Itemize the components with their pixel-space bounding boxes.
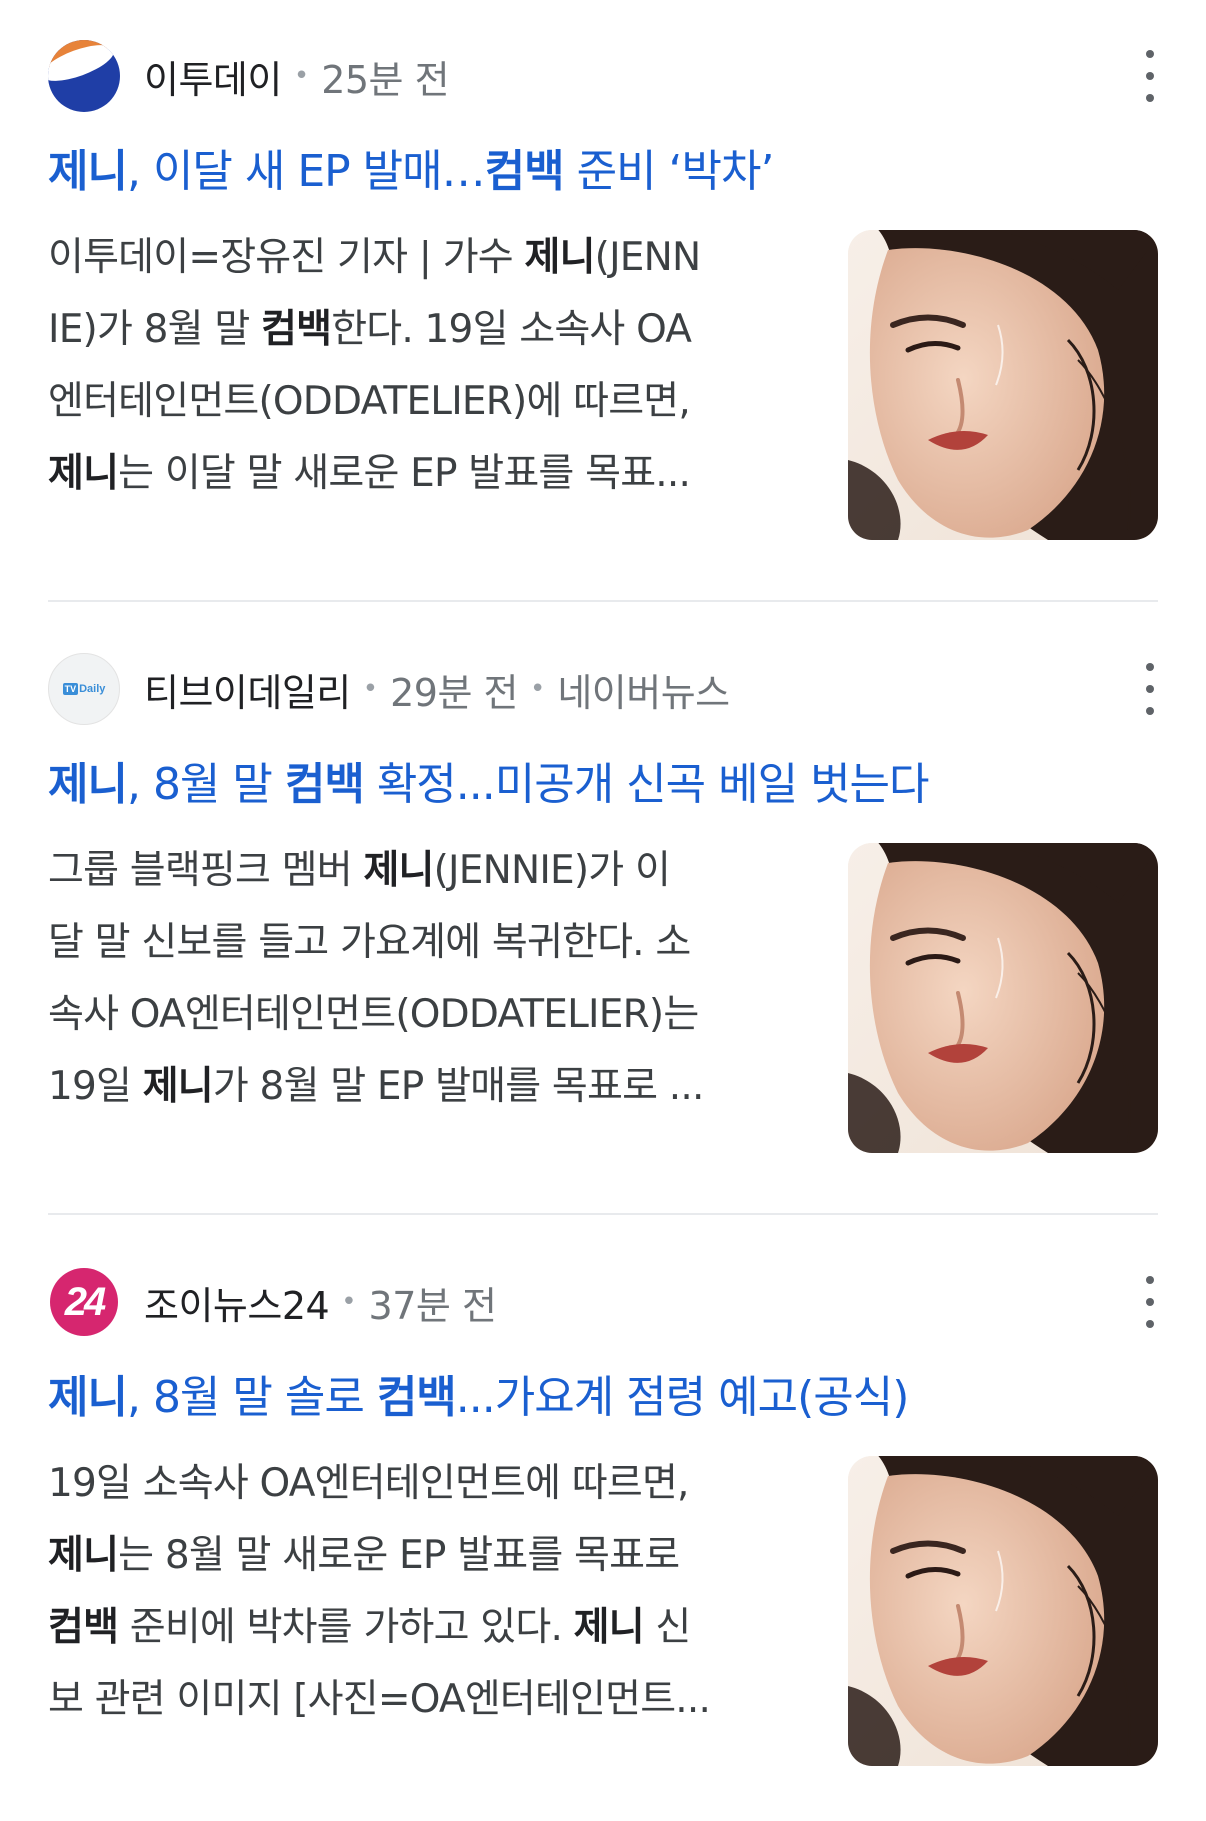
text-run: 엔터테인먼트(ODDATELIER)에 따르면, xyxy=(48,379,691,424)
text-run: , 이달 새 EP 발매… xyxy=(126,146,486,197)
highlighted-keyword: 제니 xyxy=(48,1533,119,1578)
highlighted-keyword: 제니 xyxy=(48,1372,128,1423)
snippet-line: 엔터테인먼트(ODDATELIER)에 따르면, xyxy=(48,366,798,438)
text-run: 가 8월 말 EP 발매를 목표로 ... xyxy=(212,1064,704,1109)
highlighted-keyword: 컴백 xyxy=(261,307,332,352)
highlighted-keyword: 제니 xyxy=(48,451,119,496)
separator-dot: • xyxy=(362,674,379,704)
etoday-logo-icon xyxy=(48,40,120,112)
headline-link[interactable]: 제니, 이달 새 EP 발매…컴백 준비 ‘박차’ xyxy=(48,140,1158,204)
more-vert-icon[interactable] xyxy=(1142,1276,1158,1328)
highlighted-keyword: 제니 xyxy=(48,146,128,197)
highlighted-keyword: 컴백 xyxy=(484,146,565,197)
article-thumbnail[interactable] xyxy=(848,1456,1158,1766)
source-row: TV Daily 티브이데일리 • 29분 전 • 네이버뉴스 xyxy=(48,651,1158,727)
separator-dot: • xyxy=(529,674,546,704)
text-run: 속사 OA엔터테인먼트(ODDATELIER)는 xyxy=(48,992,699,1037)
text-run: 확정...미공개 신곡 베일 벗는다 xyxy=(363,759,930,810)
news-card: TV Daily 티브이데일리 • 29분 전 • 네이버뉴스 제니, 8월 말 … xyxy=(48,651,1158,1153)
text-run: (JENN xyxy=(594,235,702,280)
snippet-line: 제니는 이달 말 새로운 EP 발표를 목표... xyxy=(48,438,798,510)
highlighted-keyword: 컴백 xyxy=(284,759,365,810)
news-card: 이투데이 • 25분 전 제니, 이달 새 EP 발매…컴백 준비 ‘박차’ 이… xyxy=(48,38,1158,540)
text-run: 준비에 박차를 가하고 있다. xyxy=(118,1605,574,1650)
text-run: 그룹 블랙핑크 멤버 xyxy=(48,848,364,893)
text-run: 19일 소속사 OA엔터테인먼트에 따르면, xyxy=(48,1461,689,1506)
text-run: 는 이달 말 새로운 EP 발표를 목표... xyxy=(118,451,691,496)
source-name[interactable]: 티브이데일리 xyxy=(144,662,351,717)
aggregator-name: 네이버뉴스 xyxy=(557,670,730,715)
source-name[interactable]: 이투데이 xyxy=(144,49,282,104)
tvdaily-logo-icon: TV Daily xyxy=(48,653,120,725)
snippet-line: 이투데이=장유진 기자 | 가수 제니(JENN xyxy=(48,222,798,294)
snippet-line: 19일 제니가 8월 말 EP 발매를 목표로 ... xyxy=(48,1051,798,1123)
highlighted-keyword: 제니 xyxy=(142,1064,214,1109)
text-run: 는 8월 말 새로운 EP 발표를 목표로 xyxy=(118,1533,680,1578)
snippet-line: 컴백 준비에 박차를 가하고 있다. 제니 신 xyxy=(48,1592,798,1664)
more-vert-icon[interactable] xyxy=(1142,663,1158,715)
divider xyxy=(48,600,1158,602)
source-name[interactable]: 조이뉴스24 xyxy=(144,1275,330,1330)
snippet-line: IE)가 8월 말 컴백한다. 19일 소속사 OA xyxy=(48,294,798,366)
snippet-line: 제니는 8월 말 새로운 EP 발표를 목표로 xyxy=(48,1520,798,1592)
separator-dot: • xyxy=(293,61,310,91)
article-thumbnail[interactable] xyxy=(848,843,1158,1153)
article-body: 19일 소속사 OA엔터테인먼트에 따르면, 제니는 8월 말 새로운 EP 발표… xyxy=(48,1456,1158,1766)
text-run: , 8월 말 xyxy=(126,759,285,810)
divider xyxy=(48,1213,1158,1215)
source-row: 24 조이뉴스24 • 37분 전 xyxy=(48,1264,1158,1340)
article-snippet: 그룹 블랙핑크 멤버 제니(JENNIE)가 이달 말 신보를 들고 가요계에 … xyxy=(48,835,798,1123)
text-run: 준비 ‘박차’ xyxy=(563,146,775,197)
highlighted-keyword: 제니 xyxy=(48,759,128,810)
text-run: 이투데이=장유진 기자 | 가수 xyxy=(48,235,525,280)
text-run: 한다. 19일 소속사 OA xyxy=(331,307,692,352)
snippet-line: 19일 소속사 OA엔터테인먼트에 따르면, xyxy=(48,1448,798,1520)
highlighted-keyword: 제니 xyxy=(363,848,434,893)
text-run: ...가요계 점령 예고(공식) xyxy=(455,1372,910,1423)
text-run: 달 말 신보를 들고 가요계에 복귀한다. 소 xyxy=(48,920,691,965)
publish-time: 29분 전 xyxy=(390,670,518,715)
highlighted-keyword: 제니 xyxy=(573,1605,645,1650)
text-run: 신 xyxy=(643,1605,691,1650)
article-body: 그룹 블랙핑크 멤버 제니(JENNIE)가 이달 말 신보를 들고 가요계에 … xyxy=(48,843,1158,1153)
text-run: , 8월 말 솔로 xyxy=(126,1372,377,1423)
article-snippet: 이투데이=장유진 기자 | 가수 제니(JENN IE)가 8월 말 컴백한다. … xyxy=(48,222,798,510)
source-row: 이투데이 • 25분 전 xyxy=(48,38,1158,114)
joynews24-logo-icon: 24 xyxy=(48,1266,120,1338)
article-body: 이투데이=장유진 기자 | 가수 제니(JENN IE)가 8월 말 컴백한다. … xyxy=(48,230,1158,540)
article-snippet: 19일 소속사 OA엔터테인먼트에 따르면, 제니는 8월 말 새로운 EP 발표… xyxy=(48,1448,798,1736)
highlighted-keyword: 제니 xyxy=(524,235,596,280)
headline-link[interactable]: 제니, 8월 말 솔로 컴백...가요계 점령 예고(공식) xyxy=(48,1366,1158,1430)
snippet-line: 달 말 신보를 들고 가요계에 복귀한다. 소 xyxy=(48,907,798,979)
highlighted-keyword: 컴백 xyxy=(376,1372,457,1423)
text-run: 보 관련 이미지 [사진=OA엔터테인먼트... xyxy=(48,1677,711,1722)
headline-link[interactable]: 제니, 8월 말 컴백 확정...미공개 신곡 베일 벗는다 xyxy=(48,753,1158,817)
publish-time: 37분 전 xyxy=(368,1283,497,1328)
text-run: IE)가 8월 말 xyxy=(48,307,262,352)
article-thumbnail[interactable] xyxy=(848,230,1158,540)
snippet-line: 그룹 블랙핑크 멤버 제니(JENNIE)가 이 xyxy=(48,835,798,907)
news-card: 24 조이뉴스24 • 37분 전 제니, 8월 말 솔로 컴백...가요계 점… xyxy=(48,1264,1158,1766)
snippet-line: 보 관련 이미지 [사진=OA엔터테인먼트... xyxy=(48,1664,798,1736)
news-feed: 이투데이 • 25분 전 제니, 이달 새 EP 발매…컴백 준비 ‘박차’ 이… xyxy=(0,0,1206,1821)
snippet-line: 속사 OA엔터테인먼트(ODDATELIER)는 xyxy=(48,979,798,1051)
text-run: 19일 xyxy=(48,1064,143,1109)
highlighted-keyword: 컴백 xyxy=(48,1605,119,1650)
separator-dot: • xyxy=(341,1287,357,1317)
publish-time: 25분 전 xyxy=(321,57,450,102)
more-vert-icon[interactable] xyxy=(1142,50,1158,102)
text-run: (JENNIE)가 이 xyxy=(433,848,671,893)
